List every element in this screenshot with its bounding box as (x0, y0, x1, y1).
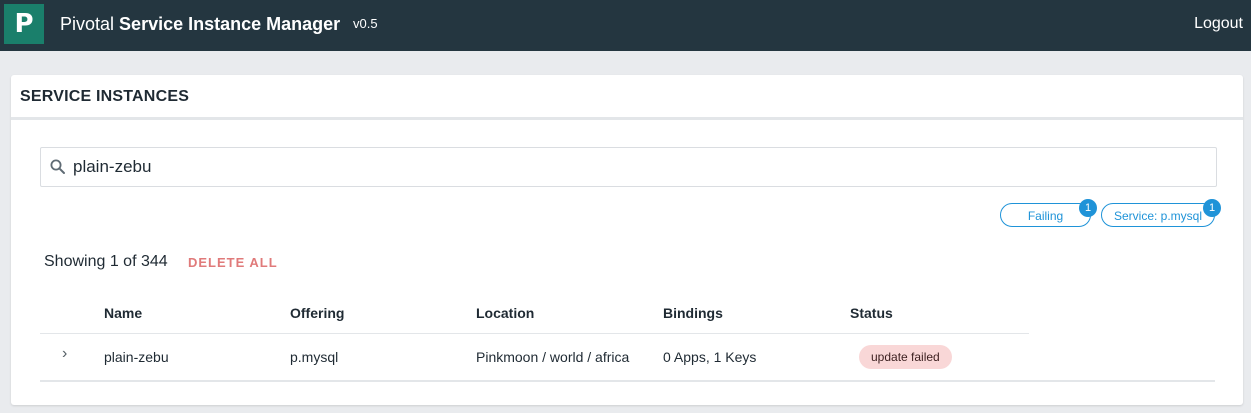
instances-table: Name Offering Location Bindings Status ›… (40, 291, 1215, 382)
table-row[interactable]: › plain-zebu p.mysql Pinkmoon / world / … (40, 334, 1215, 382)
instance-location: Pinkmoon / world / africa (476, 349, 630, 365)
search-icon (50, 159, 65, 174)
filter-count-badge: 1 (1079, 199, 1097, 217)
filter-chip-label: Failing (1027, 209, 1064, 223)
instance-name: plain-zebu (104, 349, 169, 365)
brand-name: Pivotal (60, 14, 115, 34)
instance-offering: p.mysql (290, 349, 339, 365)
results-count: Showing 1 of 344 (44, 253, 168, 270)
filter-count-badge: 1 (1203, 199, 1221, 217)
search-box[interactable] (40, 147, 1217, 187)
service-instances-card: SERVICE INSTANCES Failing 1 Service: p.m… (11, 75, 1243, 405)
column-header-name[interactable]: Name (104, 305, 142, 321)
filter-chip-failing[interactable]: Failing 1 (1000, 199, 1097, 227)
status-badge: update failed (859, 345, 952, 369)
instance-bindings: 0 Apps, 1 Keys (663, 349, 757, 365)
table-header: Name Offering Location Bindings Status (40, 291, 1029, 334)
card-header: SERVICE INSTANCES (11, 75, 1243, 120)
pivotal-logo[interactable]: P (4, 4, 44, 44)
search-input[interactable] (73, 148, 1203, 186)
product-name: Service Instance Manager (119, 14, 341, 34)
filter-chip-service[interactable]: Service: p.mysql 1 (1101, 199, 1221, 227)
delete-all-button[interactable]: DELETE ALL (188, 255, 278, 270)
top-bar: P Pivotal Service Instance Manager v0.5 … (0, 0, 1251, 51)
app-title: Pivotal Service Instance Manager (60, 13, 340, 35)
card-title: SERVICE INSTANCES (20, 88, 190, 105)
filter-chip-label: Service: p.mysql (1113, 209, 1203, 223)
chevron-right-icon[interactable]: › (62, 346, 74, 362)
column-header-status[interactable]: Status (850, 305, 893, 321)
version-label: v0.5 (353, 16, 378, 31)
column-header-offering[interactable]: Offering (290, 305, 344, 321)
column-header-bindings[interactable]: Bindings (663, 305, 723, 321)
column-header-location[interactable]: Location (476, 305, 534, 321)
logout-link[interactable]: Logout (1194, 15, 1243, 33)
